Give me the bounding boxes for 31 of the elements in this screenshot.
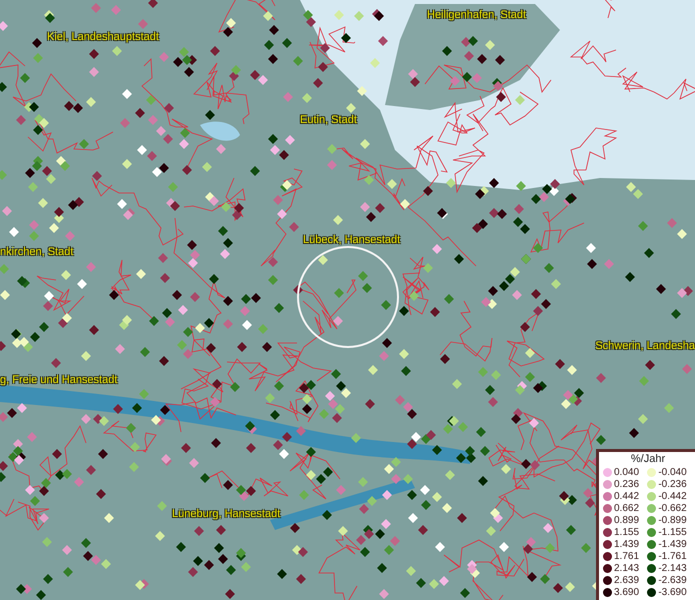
- place-label: nkirchen, Stadt: [0, 246, 74, 258]
- legend-label: -0.442: [658, 490, 687, 502]
- place-label: Kiel, Landeshauptstadt: [47, 31, 159, 43]
- legend-label: -1.155: [658, 526, 687, 538]
- legend-label: -2.639: [658, 574, 687, 586]
- legend-label: -0.040: [658, 466, 687, 478]
- legend-label: 1.155: [614, 526, 640, 538]
- legend-label: 0.040: [614, 466, 640, 478]
- legend-label: -1.761: [658, 550, 687, 562]
- legend-label: 0.236: [614, 478, 640, 490]
- legend-label: -0.899: [658, 514, 687, 526]
- legend-title: %/Jahr: [630, 453, 666, 466]
- legend-label: 2.143: [614, 562, 640, 574]
- legend-label: 2.639: [614, 574, 640, 586]
- place-label: Lübeck, Hansestadt: [303, 234, 400, 246]
- legend-label: -0.236: [658, 478, 687, 490]
- legend-label: -3.690: [658, 586, 687, 598]
- legend-label: 0.662: [614, 502, 640, 514]
- place-label: Eutin, Stadt: [300, 114, 357, 126]
- legend-label: 0.442: [614, 490, 640, 502]
- legend-label: 3.690: [614, 586, 640, 598]
- legend-label: -0.662: [658, 502, 687, 514]
- legend-label: 1.761: [614, 550, 640, 562]
- place-label: Schwerin, Landesha: [595, 340, 695, 352]
- legend-label: 0.899: [614, 514, 640, 526]
- place-label: g, Freie und Hansestadt: [0, 374, 118, 386]
- legend-label: -2.143: [658, 562, 687, 574]
- legend-label: 1.439: [614, 538, 640, 550]
- place-label: Heiligenhafen, Stadt: [427, 9, 526, 21]
- place-label: Lüneburg, Hansestadt: [172, 508, 280, 520]
- legend-label: -1.439: [658, 538, 687, 550]
